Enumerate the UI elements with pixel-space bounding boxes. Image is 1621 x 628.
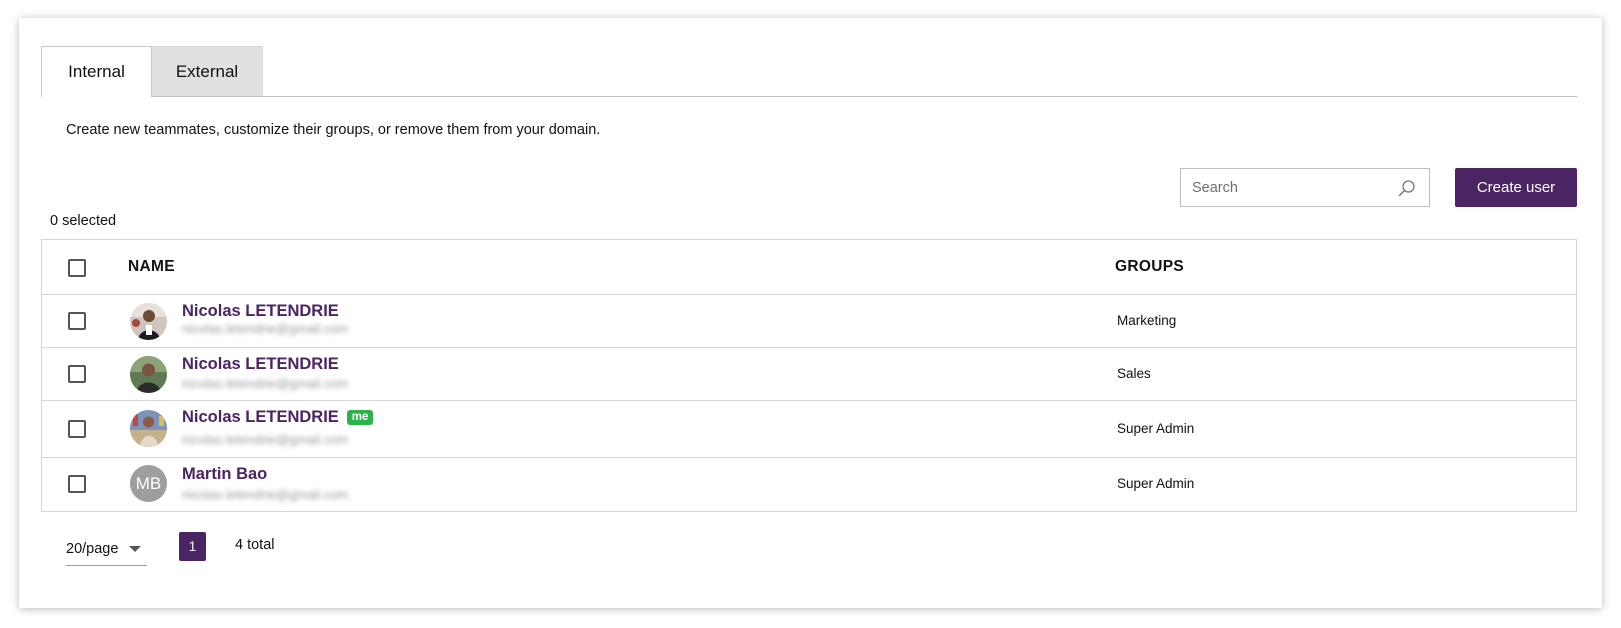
page-button-current[interactable]: 1 (179, 532, 206, 561)
users-panel: Internal External Create new teammates, … (19, 18, 1602, 608)
avatar (130, 303, 167, 340)
user-group: Super Admin (1117, 421, 1195, 436)
user-name-link[interactable]: Nicolas LETENDRIE (182, 302, 339, 321)
user-name-text: Nicolas LETENDRIE (182, 408, 339, 426)
user-email: nicolas.letendrie@gmail.com (182, 432, 349, 447)
tab-internal[interactable]: Internal (41, 46, 152, 97)
search-icon[interactable] (1397, 178, 1417, 198)
user-group: Marketing (1117, 313, 1177, 328)
avatar (130, 356, 167, 393)
user-email: nicolas.letendrie@gmail.com (182, 376, 349, 391)
table-row[interactable]: MB Martin Bao nicolas.letendrie@gmail.co… (42, 458, 1576, 511)
tab-bar: Internal External (41, 46, 1577, 97)
row-checkbox[interactable] (68, 475, 86, 493)
row-checkbox[interactable] (68, 420, 86, 438)
user-name-link[interactable]: Nicolas LETENDRIE me (182, 408, 374, 427)
page-size-select[interactable]: 20/page (66, 532, 147, 566)
column-header-name: NAME (128, 258, 175, 275)
row-checkbox[interactable] (68, 365, 86, 383)
column-header-groups: GROUPS (1115, 258, 1184, 275)
row-checkbox[interactable] (68, 312, 86, 330)
page-size-value: 20/page (66, 540, 119, 557)
create-user-button[interactable]: Create user (1455, 168, 1577, 207)
search-box (1180, 168, 1430, 207)
user-email: nicolas.letendrie@gmail.com (182, 321, 349, 336)
table-row[interactable]: Nicolas LETENDRIE me nicolas.letendrie@gm… (42, 401, 1576, 458)
chevron-down-icon (129, 546, 141, 552)
tab-external[interactable]: External (152, 46, 263, 96)
users-table: NAME GROUPS Nicolas LETENDRIE nicolas.le… (41, 239, 1577, 512)
avatar: MB (130, 465, 167, 502)
user-group: Sales (1117, 366, 1151, 381)
user-group: Super Admin (1117, 476, 1195, 491)
me-badge: me (346, 410, 374, 425)
table-row[interactable]: Nicolas LETENDRIE nicolas.letendrie@gmai… (42, 348, 1576, 401)
table-row[interactable]: Nicolas LETENDRIE nicolas.letendrie@gmai… (42, 295, 1576, 348)
total-count: 4 total (235, 537, 275, 553)
search-input[interactable] (1181, 169, 1397, 206)
table-header: NAME GROUPS (42, 240, 1576, 295)
user-name-link[interactable]: Nicolas LETENDRIE (182, 355, 339, 374)
selected-count: 0 selected (50, 213, 117, 229)
avatar (130, 410, 167, 447)
user-name-link[interactable]: Martin Bao (182, 465, 267, 484)
select-all-checkbox[interactable] (68, 259, 86, 277)
user-email: nicolas.letendrie@gmail.com (182, 487, 349, 502)
page-description: Create new teammates, customize their gr… (66, 122, 601, 138)
